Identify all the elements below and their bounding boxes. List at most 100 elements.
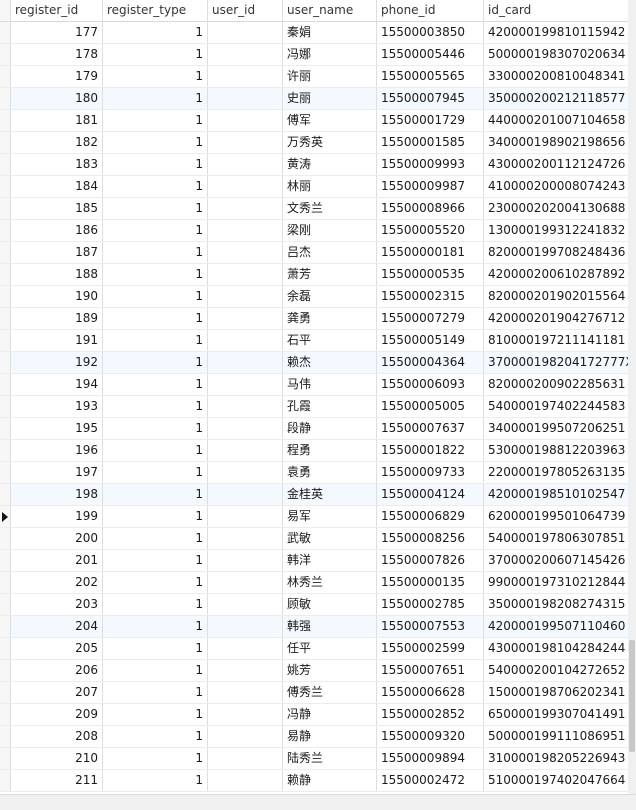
- table-row[interactable]: 197 1 袁勇 15500009733 220000197805263135: [0, 462, 628, 484]
- row-selector[interactable]: [0, 638, 11, 659]
- cell-register-id[interactable]: 185: [11, 198, 103, 219]
- cell-phone-id[interactable]: 15500006093: [377, 374, 484, 395]
- cell-user-id[interactable]: [208, 550, 283, 571]
- cell-user-name[interactable]: 龚勇: [283, 308, 377, 329]
- table-row[interactable]: 199 1 易军 15500006829 620000199501064739: [0, 506, 628, 528]
- cell-user-name[interactable]: 石平: [283, 330, 377, 351]
- table-row[interactable]: 202 1 林秀兰 15500000135 990000197310212844: [0, 572, 628, 594]
- cell-register-type[interactable]: 1: [103, 88, 208, 109]
- cell-user-id[interactable]: [208, 616, 283, 637]
- cell-id-card[interactable]: 220000197805263135: [484, 462, 628, 483]
- cell-user-name[interactable]: 冯娜: [283, 44, 377, 65]
- cell-user-id[interactable]: [208, 396, 283, 417]
- cell-phone-id[interactable]: 15500009733: [377, 462, 484, 483]
- cell-user-name[interactable]: 陆秀兰: [283, 748, 377, 769]
- cell-user-name[interactable]: 梁刚: [283, 220, 377, 241]
- cell-user-name[interactable]: 万秀英: [283, 132, 377, 153]
- table-row[interactable]: 183 1 黄涛 15500009993 430000200112124726: [0, 154, 628, 176]
- row-selector[interactable]: [0, 176, 11, 197]
- cell-phone-id[interactable]: 15500001585: [377, 132, 484, 153]
- cell-register-id[interactable]: 211: [11, 770, 103, 791]
- cell-user-id[interactable]: [208, 748, 283, 769]
- cell-id-card[interactable]: 500000199111086951: [484, 726, 628, 747]
- row-selector[interactable]: [0, 704, 11, 725]
- column-header-id-card[interactable]: id_card: [484, 0, 628, 21]
- cell-user-id[interactable]: [208, 66, 283, 87]
- cell-register-id[interactable]: 200: [11, 528, 103, 549]
- cell-id-card[interactable]: 440000201007104658: [484, 110, 628, 131]
- cell-register-id[interactable]: 190: [11, 286, 103, 307]
- cell-id-card[interactable]: 420000199810115942: [484, 22, 628, 43]
- column-header-user-id[interactable]: user_id: [208, 0, 283, 21]
- table-row[interactable]: 179 1 许丽 15500005565 330000200810048341: [0, 66, 628, 88]
- table-row[interactable]: 208 1 易静 15500009320 500000199111086951: [0, 726, 628, 748]
- cell-register-id[interactable]: 196: [11, 440, 103, 461]
- cell-register-type[interactable]: 1: [103, 484, 208, 505]
- cell-phone-id[interactable]: 15500004364: [377, 352, 484, 373]
- cell-id-card[interactable]: 420000201904276712: [484, 308, 628, 329]
- table-row[interactable]: 200 1 武敏 15500008256 540000197806307851: [0, 528, 628, 550]
- cell-user-name[interactable]: 任平: [283, 638, 377, 659]
- column-header-phone-id[interactable]: phone_id: [377, 0, 484, 21]
- cell-register-id[interactable]: 182: [11, 132, 103, 153]
- cell-register-id[interactable]: 207: [11, 682, 103, 703]
- table-row[interactable]: 191 1 石平 15500005149 810000197211141181: [0, 330, 628, 352]
- cell-user-name[interactable]: 金桂英: [283, 484, 377, 505]
- cell-phone-id[interactable]: 15500009993: [377, 154, 484, 175]
- row-selector[interactable]: [0, 396, 11, 417]
- cell-user-name[interactable]: 林秀兰: [283, 572, 377, 593]
- cell-user-id[interactable]: [208, 638, 283, 659]
- table-row[interactable]: 185 1 文秀兰 15500008966 230000202004130688: [0, 198, 628, 220]
- cell-user-name[interactable]: 黄涛: [283, 154, 377, 175]
- cell-user-name[interactable]: 余磊: [283, 286, 377, 307]
- cell-user-id[interactable]: [208, 198, 283, 219]
- cell-user-name[interactable]: 傅秀兰: [283, 682, 377, 703]
- cell-register-type[interactable]: 1: [103, 44, 208, 65]
- cell-register-type[interactable]: 1: [103, 594, 208, 615]
- cell-id-card[interactable]: 340000199507206251: [484, 418, 628, 439]
- row-selector[interactable]: [0, 528, 11, 549]
- table-row[interactable]: 182 1 万秀英 15500001585 340000198902198656: [0, 132, 628, 154]
- row-selector[interactable]: [0, 44, 11, 65]
- cell-register-id[interactable]: 197: [11, 462, 103, 483]
- row-selector[interactable]: [0, 88, 11, 109]
- cell-phone-id[interactable]: 15500005565: [377, 66, 484, 87]
- cell-user-name[interactable]: 程勇: [283, 440, 377, 461]
- cell-register-id[interactable]: 189: [11, 308, 103, 329]
- cell-id-card[interactable]: 350000198208274315: [484, 594, 628, 615]
- cell-register-id[interactable]: 180: [11, 88, 103, 109]
- row-selector[interactable]: [0, 264, 11, 285]
- cell-id-card[interactable]: 820000199708248436: [484, 242, 628, 263]
- cell-register-id[interactable]: 179: [11, 66, 103, 87]
- cell-register-type[interactable]: 1: [103, 176, 208, 197]
- cell-id-card[interactable]: 620000199501064739: [484, 506, 628, 527]
- table-row[interactable]: 193 1 孔霞 15500005005 540000197402244583: [0, 396, 628, 418]
- cell-user-name[interactable]: 武敏: [283, 528, 377, 549]
- row-selector[interactable]: [0, 484, 11, 505]
- cell-phone-id[interactable]: 15500005446: [377, 44, 484, 65]
- cell-id-card[interactable]: 500000198307020634: [484, 44, 628, 65]
- row-selector[interactable]: [0, 616, 11, 637]
- cell-register-id[interactable]: 194: [11, 374, 103, 395]
- cell-user-name[interactable]: 姚芳: [283, 660, 377, 681]
- cell-register-type[interactable]: 1: [103, 66, 208, 87]
- cell-user-id[interactable]: [208, 704, 283, 725]
- table-row[interactable]: 210 1 陆秀兰 15500009894 310000198205226943: [0, 748, 628, 770]
- data-grid[interactable]: register_id register_type user_id user_n…: [0, 0, 628, 794]
- table-row[interactable]: 206 1 姚芳 15500007651 540000200104272652: [0, 660, 628, 682]
- cell-register-type[interactable]: 1: [103, 352, 208, 373]
- table-row[interactable]: 189 1 龚勇 15500007279 420000201904276712: [0, 308, 628, 330]
- cell-register-type[interactable]: 1: [103, 198, 208, 219]
- cell-register-id[interactable]: 186: [11, 220, 103, 241]
- table-row[interactable]: 205 1 任平 15500002599 430000198104284244: [0, 638, 628, 660]
- cell-register-type[interactable]: 1: [103, 726, 208, 747]
- cell-user-id[interactable]: [208, 418, 283, 439]
- cell-user-name[interactable]: 许丽: [283, 66, 377, 87]
- cell-user-name[interactable]: 赖杰: [283, 352, 377, 373]
- cell-phone-id[interactable]: 15500001822: [377, 440, 484, 461]
- table-row[interactable]: 204 1 韩强 15500007553 420000199507110460: [0, 616, 628, 638]
- cell-phone-id[interactable]: 15500007826: [377, 550, 484, 571]
- cell-register-type[interactable]: 1: [103, 528, 208, 549]
- cell-user-name[interactable]: 顾敏: [283, 594, 377, 615]
- cell-id-card[interactable]: 810000197211141181: [484, 330, 628, 351]
